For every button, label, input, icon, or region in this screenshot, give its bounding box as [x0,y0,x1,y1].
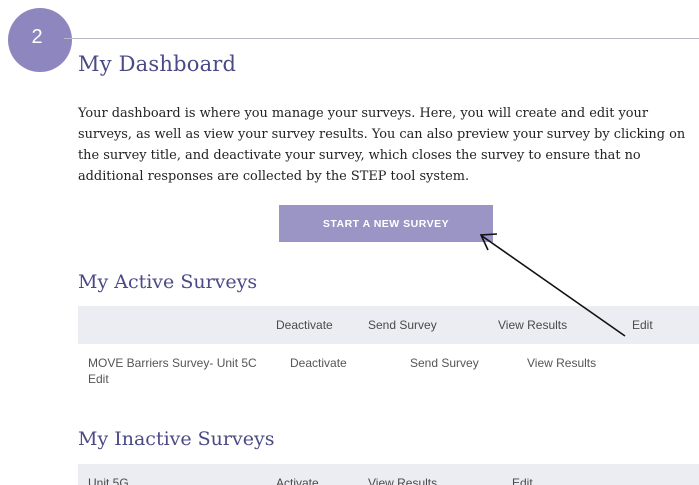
header-divider [64,38,699,39]
column-header-view-results: View Results [498,318,568,332]
inactive-survey-row: Unit 5G Activate View Results Edit [78,464,699,485]
column-header-edit: Edit [632,318,653,332]
send-survey-link[interactable]: Send Survey [410,356,479,370]
survey-title-link[interactable]: MOVE Barriers Survey- Unit 5C [88,356,257,370]
edit-survey-link[interactable]: Edit [88,372,109,386]
activate-survey-link[interactable]: Activate [276,476,319,485]
inactive-view-results-link[interactable]: View Results [368,476,437,485]
step-number-badge: 2 [8,8,72,72]
column-header-send-survey: Send Survey [368,318,437,332]
page-title: My Dashboard [78,52,237,76]
dashboard-description: Your dashboard is where you manage your … [78,106,686,184]
active-surveys-heading: My Active Surveys [78,271,258,293]
column-header-deactivate: Deactivate [276,318,333,332]
inactive-survey-title-link[interactable]: Unit 5G [88,476,129,485]
start-new-survey-button[interactable]: START A NEW SURVEY [279,205,493,242]
deactivate-survey-link[interactable]: Deactivate [290,356,347,370]
inactive-surveys-heading: My Inactive Surveys [78,428,275,450]
inactive-edit-link[interactable]: Edit [512,476,533,485]
view-results-link[interactable]: View Results [527,356,596,370]
active-surveys-table-header: Deactivate Send Survey View Results Edit [78,306,699,344]
